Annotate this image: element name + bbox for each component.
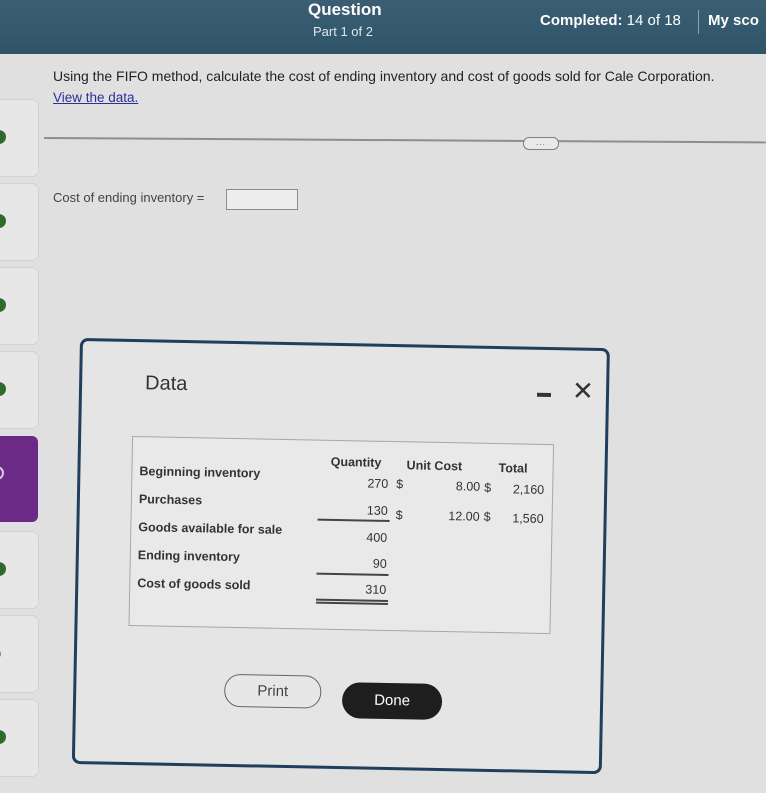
header-separator — [698, 10, 699, 34]
done-button[interactable]: Done — [341, 682, 443, 721]
purchases-quantity: 130 — [366, 503, 388, 518]
complete-status-icon — [0, 214, 6, 228]
sidebar-question-item[interactable] — [0, 352, 38, 428]
expand-more-button[interactable]: ... — [523, 137, 559, 150]
section-divider — [43, 137, 766, 144]
cost-of-goods-sold-quantity: 310 — [365, 582, 387, 597]
question-sidebar — [0, 54, 38, 793]
sidebar-question-item-active[interactable] — [0, 436, 38, 522]
active-status-icon — [0, 466, 4, 480]
question-prompt: Using the FIFO method, calculate the cos… — [53, 68, 715, 84]
sidebar-question-item[interactable] — [0, 616, 38, 692]
currency-symbol: $ — [396, 477, 404, 492]
partial-status-icon — [0, 649, 1, 659]
currency-symbol: $ — [483, 509, 491, 524]
sidebar-question-item[interactable] — [0, 100, 38, 176]
data-dialog: Data ✕ Quantity Unit Cost Total Beginnin… — [71, 338, 610, 775]
ending-inventory-label: Cost of ending inventory = — [53, 190, 205, 205]
minimize-icon[interactable] — [536, 392, 552, 398]
row-label-goods-available: Goods available for sale — [138, 520, 283, 537]
top-header: Question Part 1 of 2 Completed: 14 of 18… — [0, 0, 766, 54]
column-header-total: Total — [498, 461, 528, 476]
my-score-button[interactable]: My sco — [708, 12, 759, 29]
completed-status: Completed: 14 of 18 — [540, 12, 681, 29]
dialog-title: Data — [144, 372, 188, 396]
header-title: Question — [308, 0, 382, 19]
print-button[interactable]: Print — [223, 673, 322, 709]
sidebar-question-item[interactable] — [0, 532, 38, 608]
row-label-ending-inventory: Ending inventory — [137, 548, 241, 565]
complete-status-icon — [0, 130, 6, 144]
sidebar-question-item[interactable] — [0, 700, 38, 776]
subtotal-underline — [317, 518, 390, 522]
purchases-total: 1,560 — [512, 511, 544, 526]
inventory-data-table: Quantity Unit Cost Total Beginning inven… — [128, 436, 555, 635]
total-double-underline — [315, 601, 388, 605]
completed-value: 14 of 18 — [626, 12, 681, 29]
currency-symbol: $ — [484, 480, 492, 495]
row-label-cost-of-goods-sold: Cost of goods sold — [137, 576, 251, 593]
row-label-purchases: Purchases — [138, 492, 203, 508]
column-header-unit-cost: Unit Cost — [406, 458, 463, 474]
ending-inventory-quantity: 90 — [372, 556, 387, 571]
purchases-unit-cost: 12.00 — [448, 509, 480, 524]
ending-inventory-input[interactable] — [226, 189, 298, 210]
complete-status-icon — [0, 298, 6, 312]
close-icon[interactable]: ✕ — [572, 375, 594, 405]
row-label-beginning-inventory: Beginning inventory — [139, 464, 261, 481]
column-header-quantity: Quantity — [330, 454, 382, 470]
subtotal-underline — [316, 572, 389, 576]
beginning-inventory-quantity: 270 — [367, 476, 389, 491]
currency-symbol: $ — [395, 508, 403, 523]
complete-status-icon — [0, 562, 6, 576]
sidebar-question-item[interactable] — [0, 268, 38, 344]
complete-status-icon — [0, 382, 6, 396]
sidebar-question-item[interactable] — [0, 184, 38, 260]
completed-label: Completed: — [540, 12, 623, 29]
beginning-inventory-unit-cost: 8.00 — [455, 479, 481, 494]
complete-status-icon — [0, 730, 6, 744]
goods-available-quantity: 400 — [366, 530, 388, 545]
header-part-indicator: Part 1 of 2 — [313, 24, 373, 39]
beginning-inventory-total: 2,160 — [512, 482, 545, 497]
view-data-link[interactable]: View the data. — [53, 90, 138, 105]
